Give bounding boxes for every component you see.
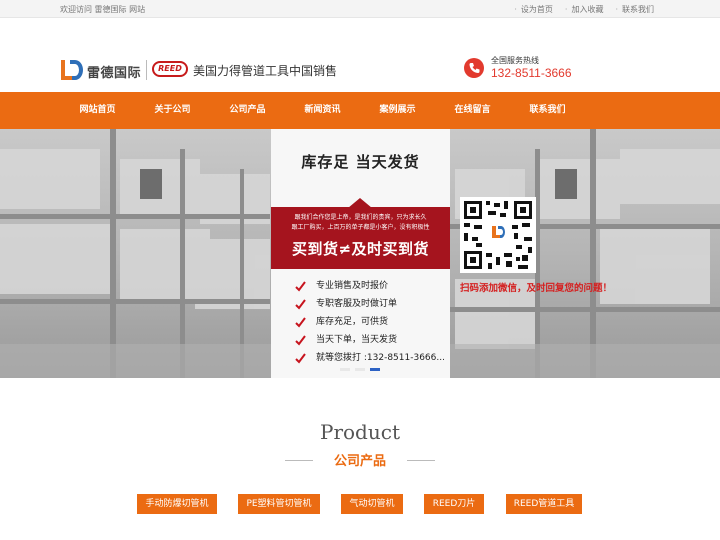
category-reed-pipe-tools[interactable]: REED管道工具 (506, 494, 582, 514)
checklist-text: 当天下单，当天发货 (316, 335, 398, 345)
logo-name[interactable]: 雷德国际 (87, 62, 141, 81)
check-icon (295, 316, 306, 328)
reed-tagline: 美国力得管道工具中国销售 (193, 64, 338, 78)
check-icon (295, 298, 306, 310)
list-item: 专业销售及时报价 (295, 277, 445, 295)
hotline-number: 132-8511-3666 (491, 66, 572, 80)
list-item: 专职客服及时做订单 (295, 295, 445, 313)
banner-title: 库存足 当天发货 (301, 153, 420, 171)
promo-slogan: 买到货≠及时买到货 (291, 240, 430, 258)
nav-item-news[interactable]: 新闻资讯 (285, 92, 360, 129)
main-nav: 网站首页 关于公司 公司产品 新闻资讯 案例展示 在线留言 联系我们 (0, 92, 720, 129)
contact-us-link[interactable]: 联系我们 (615, 4, 654, 15)
category-manual-explosion-proof-cutter[interactable]: 手动防爆切管机 (137, 494, 217, 514)
site-header: 雷德国际 REED 美国力得管道工具中国销售 全国服务热线 132-8511-3… (0, 18, 720, 92)
slider-dot-3[interactable] (370, 368, 380, 371)
hotline-label: 全国服务热线 (491, 56, 539, 65)
ld-logo-icon[interactable] (61, 60, 83, 80)
nav-item-message[interactable]: 在线留言 (435, 92, 510, 129)
nav-item-about[interactable]: 关于公司 (135, 92, 210, 129)
check-icon (295, 334, 306, 346)
category-pe-pipe-cutter[interactable]: PE塑料管切管机 (238, 494, 320, 514)
checklist-text: 专业销售及时报价 (316, 281, 389, 291)
check-icon (295, 352, 306, 364)
product-heading-en: Product (320, 420, 400, 444)
product-section: Product 公司产品 手动防爆切管机 PE塑料管切管机 气动切管机 REED… (0, 420, 720, 514)
top-links: 设为首页 加入收藏 联系我们 (502, 4, 654, 15)
slider-dot-2[interactable] (355, 368, 365, 371)
category-buttons: 手动防爆切管机 PE塑料管切管机 气动切管机 REED刀片 REED管道工具 (0, 494, 720, 514)
nav-item-contact[interactable]: 联系我们 (510, 92, 585, 129)
promo-line-1: 跟我们合作您是上帝，是我们的贵宾，只为求长久 (294, 214, 427, 221)
checklist-text: 库存充足，可供货 (316, 317, 389, 327)
welcome-text: 欢迎访问 雷德国际 网站 (60, 5, 146, 14)
logo-divider (146, 60, 147, 80)
checklist-text: 就等您拨打 :132-8511-3666... (316, 353, 445, 363)
nav-item-cases[interactable]: 案例展示 (360, 92, 435, 129)
top-bar: 欢迎访问 雷德国际 网站 设为首页 加入收藏 联系我们 (0, 0, 720, 18)
product-heading-zh: 公司产品 (333, 454, 386, 469)
wechat-qr-code (460, 197, 536, 273)
product-heading-wrap: 公司产品 (0, 450, 720, 472)
slider-dot-1[interactable] (340, 368, 350, 371)
check-icon (295, 280, 306, 292)
feature-checklist: 专业销售及时报价 专职客服及时做订单 库存充足，可供货 当天下单，当天发货 就等… (295, 277, 445, 367)
nav-item-home[interactable]: 网站首页 (60, 92, 135, 129)
reed-badge: REED (152, 61, 188, 77)
nav-item-products[interactable]: 公司产品 (210, 92, 285, 129)
list-item: 当天下单，当天发货 (295, 331, 445, 349)
list-item: 库存充足，可供货 (295, 313, 445, 331)
slider-dots (340, 368, 385, 371)
checklist-text: 专职客服及时做订单 (316, 299, 398, 309)
add-favorite-link[interactable]: 加入收藏 (565, 4, 603, 15)
promo-line-2: 跟工厂购买，上百万的单子都是小客户，没有积极性 (291, 224, 430, 231)
list-item: 就等您拨打 :132-8511-3666... (295, 349, 445, 367)
category-reed-blades[interactable]: REED刀片 (424, 494, 484, 514)
promo-card: 库存足 当天发货 跟我们合作您是上帝，是我们的贵宾，只为求长久 跟工厂购买，上百… (271, 129, 450, 378)
hero-banner[interactable]: 库存足 当天发货 跟我们合作您是上帝，是我们的贵宾，只为求长久 跟工厂购买，上百… (0, 129, 720, 378)
heading-line-right (407, 460, 435, 461)
phone-icon (464, 58, 484, 78)
qr-caption: 扫码添加微信，及时回复您的问题！ (460, 283, 613, 294)
set-homepage-link[interactable]: 设为首页 (514, 4, 553, 15)
promo-red-panel: 跟我们合作您是上帝，是我们的贵宾，只为求长久 跟工厂购买，上百万的单子都是小客户… (271, 207, 450, 269)
category-pneumatic-cutter[interactable]: 气动切管机 (341, 494, 403, 514)
